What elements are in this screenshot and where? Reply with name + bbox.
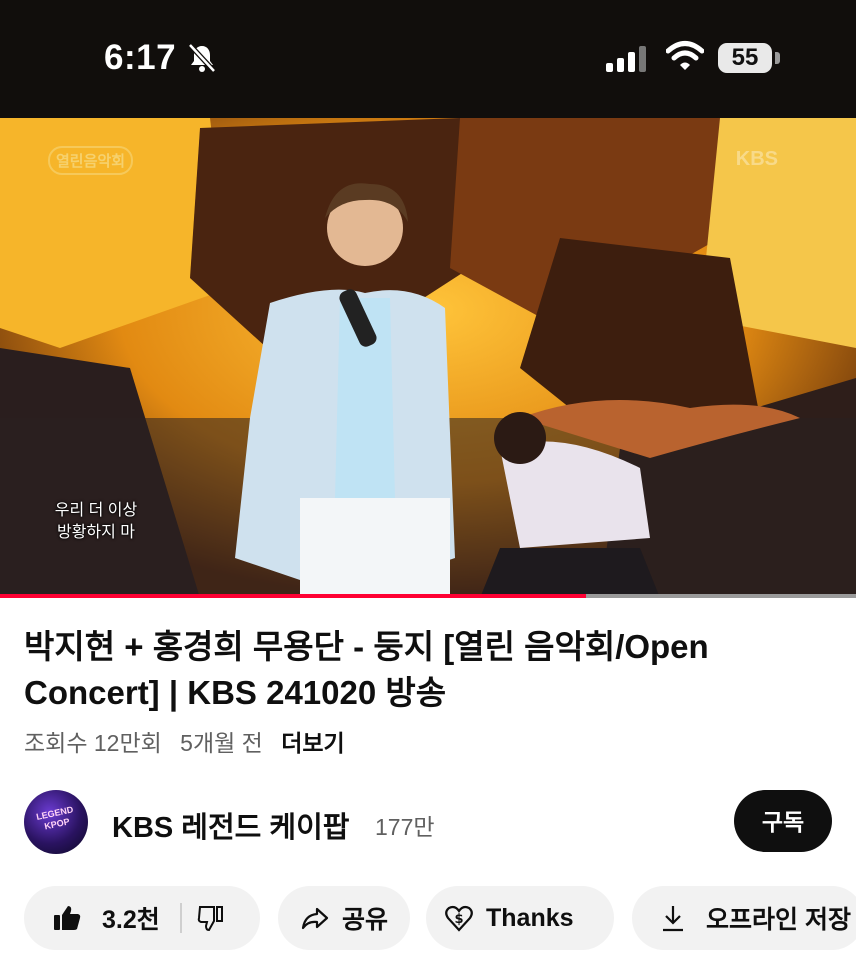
subscriber-count: 177만 bbox=[375, 814, 435, 840]
offline-save-button[interactable]: 오프라인 저장 bbox=[632, 886, 856, 950]
heart-dollar-icon: $ bbox=[445, 905, 473, 932]
thanks-button[interactable]: $ Thanks bbox=[426, 886, 614, 950]
video-progress-bar[interactable] bbox=[0, 594, 856, 598]
share-label: 공유 bbox=[342, 906, 389, 934]
thumbs-up-icon[interactable] bbox=[52, 903, 82, 933]
like-dislike-group: 3.2천 bbox=[24, 886, 260, 950]
like-count[interactable]: 3.2천 bbox=[102, 900, 160, 936]
wifi-icon bbox=[666, 41, 704, 70]
offline-save-label: 오프라인 저장 bbox=[706, 906, 851, 934]
cellular-signal-icon bbox=[606, 46, 646, 72]
channel-avatar[interactable]: LEGEND KPOP bbox=[24, 790, 88, 854]
bell-slash-icon bbox=[188, 43, 216, 73]
view-count: 조회수 12만회 bbox=[24, 730, 162, 756]
video-subtitle: 우리 더 이상 방황하지 마 bbox=[36, 500, 156, 544]
share-button[interactable]: 공유 bbox=[278, 886, 410, 950]
thumbs-down-icon[interactable] bbox=[196, 903, 226, 933]
video-progress-fill bbox=[0, 594, 587, 598]
channel-name[interactable]: KBS 레전드 케이팝 bbox=[112, 804, 349, 846]
video-meta[interactable]: 조회수 12만회 5개월 전 더보기 bbox=[24, 724, 357, 758]
thanks-label: Thanks bbox=[486, 903, 574, 932]
status-bar: 6:17 55 bbox=[0, 0, 856, 118]
upload-age: 5개월 전 bbox=[180, 730, 263, 756]
video-player[interactable]: 열린음악회 KBS 우리 더 이상 방황하지 마 bbox=[0, 118, 856, 598]
subtitle-line-2: 방황하지 마 bbox=[56, 524, 136, 541]
subtitle-line-1: 우리 더 이상 bbox=[54, 502, 138, 519]
svg-text:$: $ bbox=[454, 912, 463, 927]
more-button[interactable]: 더보기 bbox=[281, 730, 344, 756]
battery-cap bbox=[775, 52, 780, 64]
share-arrow-icon bbox=[301, 907, 329, 930]
broadcaster-watermark: KBS bbox=[735, 148, 778, 170]
like-divider bbox=[179, 903, 182, 933]
battery-icon: 55 bbox=[718, 43, 772, 73]
avatar-logo-text: LEGEND KPOP bbox=[35, 804, 75, 832]
program-logo: 열린음악회 bbox=[48, 146, 134, 175]
subscribe-button[interactable]: 구독 bbox=[734, 790, 832, 852]
video-title[interactable]: 박지현 + 홍경희 무용단 - 둥지 [열린 음악회/Open Concert]… bbox=[24, 624, 824, 716]
clock: 6:17 bbox=[104, 38, 177, 77]
download-icon bbox=[663, 906, 683, 932]
